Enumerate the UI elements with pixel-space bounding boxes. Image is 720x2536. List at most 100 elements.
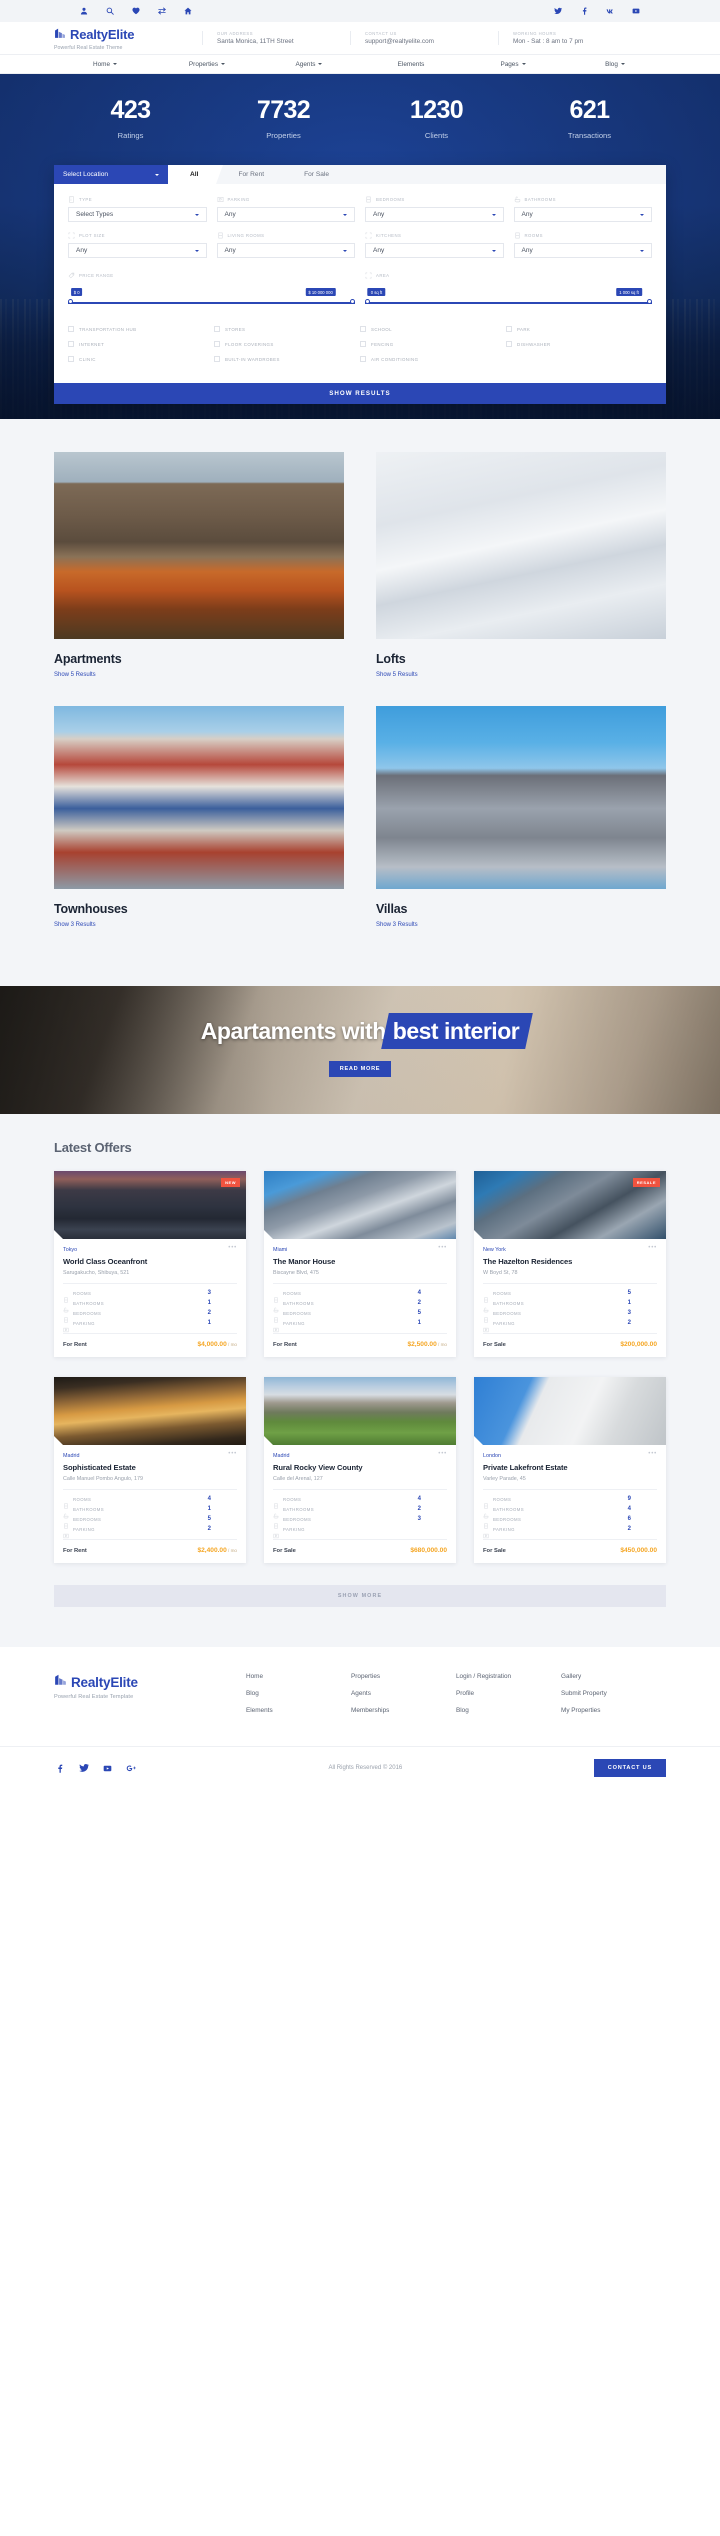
bedrooms-select[interactable]: Any xyxy=(365,207,504,222)
type-select[interactable]: Select Types xyxy=(68,207,207,222)
property-card[interactable]: Miami ••• The Manor House Biscayne Blvd, … xyxy=(264,1171,456,1357)
property-name[interactable]: Rural Rocky View County xyxy=(273,1463,447,1472)
compare-icon[interactable] xyxy=(156,5,168,17)
more-options-icon[interactable]: ••• xyxy=(648,1245,657,1250)
property-name[interactable]: The Hazelton Residences xyxy=(483,1257,657,1266)
property-city[interactable]: London xyxy=(483,1453,501,1459)
checkbox-box[interactable] xyxy=(360,356,366,362)
checkbox-dishwasher[interactable]: DISHWASHER xyxy=(506,341,652,347)
kitchens-select[interactable]: Any xyxy=(365,243,504,258)
property-card[interactable]: NEW Tokyo ••• World Class Oceanfront Saru… xyxy=(54,1171,246,1357)
twitter-icon[interactable] xyxy=(78,1763,89,1774)
tab-all[interactable]: All xyxy=(168,165,224,184)
category-card-apartments[interactable]: Apartments Show 5 Results xyxy=(54,452,344,678)
youtube-icon[interactable] xyxy=(630,5,642,17)
user-icon[interactable] xyxy=(78,5,90,17)
more-options-icon[interactable]: ••• xyxy=(648,1451,657,1456)
checkbox-school[interactable]: SCHOOL xyxy=(360,326,506,332)
category-results-link[interactable]: Show 5 Results xyxy=(54,672,344,678)
category-results-link[interactable]: Show 3 Results xyxy=(376,922,666,928)
category-card-villas[interactable]: Villas Show 3 Results xyxy=(376,706,666,928)
property-card[interactable]: Madrid ••• Rural Rocky View County Calle … xyxy=(264,1377,456,1563)
checkbox-built-in-wardrobes[interactable]: BUILT-IN WARDROBES xyxy=(214,356,360,362)
more-options-icon[interactable]: ••• xyxy=(228,1245,237,1250)
living-rooms-select[interactable]: Any xyxy=(216,243,355,258)
footer-link[interactable]: Properties xyxy=(351,1673,456,1680)
checkbox-transportation-hub[interactable]: TRANSPORTATION HUB xyxy=(68,326,214,332)
footer-link[interactable]: Profile xyxy=(456,1690,561,1697)
tab-for-sale[interactable]: For Sale xyxy=(282,165,347,184)
nav-item-agents[interactable]: Agents xyxy=(258,61,360,68)
checkbox-floor-coverings[interactable]: FLOOR COVERINGS xyxy=(214,341,360,347)
property-city[interactable]: Tokyo xyxy=(63,1247,77,1253)
footer-link[interactable]: Agents xyxy=(351,1690,456,1697)
tab-for-rent[interactable]: For Rent xyxy=(216,165,282,184)
category-results-link[interactable]: Show 3 Results xyxy=(54,922,344,928)
checkbox-box[interactable] xyxy=(214,326,220,332)
footer-link[interactable]: Elements xyxy=(246,1707,351,1714)
checkbox-air-conditioning[interactable]: AIR CONDITIONING xyxy=(360,356,506,362)
nav-item-blog[interactable]: Blog xyxy=(564,61,666,68)
search-icon[interactable] xyxy=(104,5,116,17)
property-city[interactable]: Madrid xyxy=(273,1453,289,1459)
home-icon[interactable] xyxy=(182,5,194,17)
property-name[interactable]: Private Lakefront Estate xyxy=(483,1463,657,1472)
checkbox-park[interactable]: PARK xyxy=(506,326,652,332)
footer-brand-block[interactable]: RealtyElite Powerful Real Estate Templat… xyxy=(54,1673,246,1701)
footer-link[interactable]: My Properties xyxy=(561,1707,666,1714)
property-card[interactable]: London ••• Private Lakefront Estate Varle… xyxy=(474,1377,666,1563)
nav-item-pages[interactable]: Pages xyxy=(462,61,564,68)
property-name[interactable]: The Manor House xyxy=(273,1257,447,1266)
category-card-townhouses[interactable]: Townhouses Show 3 Results xyxy=(54,706,344,928)
footer-link[interactable]: Submit Property xyxy=(561,1690,666,1697)
checkbox-clinic[interactable]: CLINIC xyxy=(68,356,214,362)
area-range-slider[interactable]: 0 sq ft 1 000 sq ft xyxy=(365,288,652,310)
checkbox-box[interactable] xyxy=(214,341,220,347)
read-more-button[interactable]: READ MORE xyxy=(328,1060,392,1077)
heart-icon[interactable] xyxy=(130,5,142,17)
checkbox-fencing[interactable]: FENCING xyxy=(360,341,506,347)
property-city[interactable]: Miami xyxy=(273,1247,287,1253)
price-range-slider[interactable]: $ 0 $ 10 000 000 xyxy=(68,288,355,310)
checkbox-box[interactable] xyxy=(214,356,220,362)
footer-link[interactable]: Blog xyxy=(456,1707,561,1714)
category-results-link[interactable]: Show 5 Results xyxy=(376,672,666,678)
contact-us-button[interactable]: CONTACT US xyxy=(593,1759,666,1777)
property-card[interactable]: Madrid ••• Sophisticated Estate Calle Man… xyxy=(54,1377,246,1563)
checkbox-box[interactable] xyxy=(506,341,512,347)
select-location-dropdown[interactable]: Select Location xyxy=(54,165,175,184)
checkbox-box[interactable] xyxy=(506,326,512,332)
show-results-button[interactable]: SHOW RESULTS xyxy=(54,383,666,404)
footer-link[interactable]: Blog xyxy=(246,1690,351,1697)
twitter-icon[interactable] xyxy=(552,5,564,17)
google-plus-icon[interactable] xyxy=(126,1763,137,1774)
property-name[interactable]: Sophisticated Estate xyxy=(63,1463,237,1472)
header-info-value[interactable]: support@realtyelite.com xyxy=(365,38,498,45)
plot-size-select[interactable]: Any xyxy=(68,243,207,258)
checkbox-box[interactable] xyxy=(360,341,366,347)
checkbox-internet[interactable]: INTERNET xyxy=(68,341,214,347)
checkbox-box[interactable] xyxy=(360,326,366,332)
checkbox-stores[interactable]: STORES xyxy=(214,326,360,332)
nav-item-elements[interactable]: Elements xyxy=(360,61,462,68)
checkbox-box[interactable] xyxy=(68,326,74,332)
more-options-icon[interactable]: ••• xyxy=(438,1451,447,1456)
nav-item-properties[interactable]: Properties xyxy=(156,61,258,68)
more-options-icon[interactable]: ••• xyxy=(438,1245,447,1250)
footer-link[interactable]: Gallery xyxy=(561,1673,666,1680)
more-options-icon[interactable]: ••• xyxy=(228,1451,237,1456)
property-city[interactable]: New York xyxy=(483,1247,506,1253)
facebook-icon[interactable] xyxy=(54,1763,65,1774)
checkbox-box[interactable] xyxy=(68,356,74,362)
brand-block[interactable]: RealtyElite Powerful Real Estate Theme xyxy=(54,26,202,51)
rooms-select[interactable]: Any xyxy=(513,243,652,258)
property-name[interactable]: World Class Oceanfront xyxy=(63,1257,237,1266)
footer-link[interactable]: Login / Registration xyxy=(456,1673,561,1680)
youtube-icon[interactable] xyxy=(102,1763,113,1774)
footer-link[interactable]: Home xyxy=(246,1673,351,1680)
vk-icon[interactable] xyxy=(604,5,616,17)
parking-select[interactable]: Any xyxy=(216,207,355,222)
facebook-icon[interactable] xyxy=(578,5,590,17)
footer-link[interactable]: Memberships xyxy=(351,1707,456,1714)
show-more-button[interactable]: SHOW MORE xyxy=(54,1585,666,1607)
